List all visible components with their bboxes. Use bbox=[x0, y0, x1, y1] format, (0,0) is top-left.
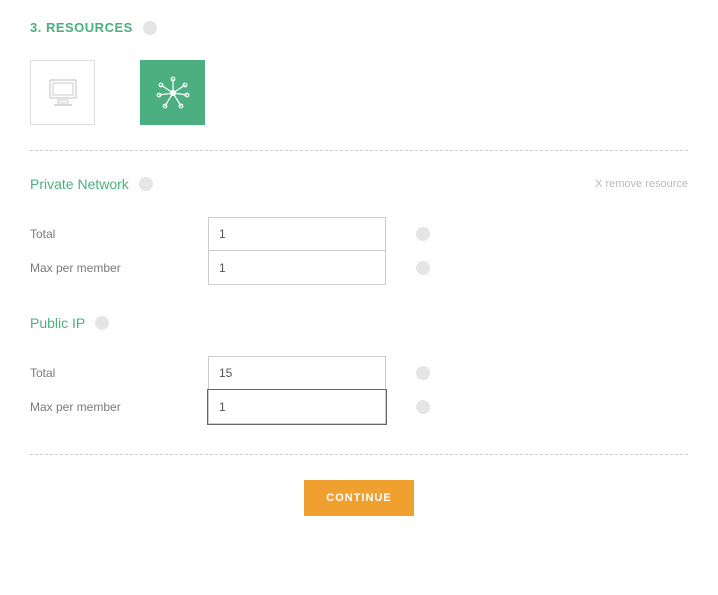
help-icon[interactable] bbox=[416, 366, 430, 380]
total-label: Total bbox=[30, 227, 208, 241]
resource-computer[interactable] bbox=[30, 60, 95, 125]
max-label: Max per member bbox=[30, 400, 208, 414]
max-label: Max per member bbox=[30, 261, 208, 275]
help-icon[interactable] bbox=[416, 400, 430, 414]
remove-resource-link[interactable]: X remove resource bbox=[595, 178, 688, 190]
public-ip-title: Public IP bbox=[30, 315, 109, 331]
computer-icon bbox=[46, 78, 80, 108]
private-network-max-input[interactable] bbox=[208, 251, 386, 285]
public-ip-max-input[interactable] bbox=[208, 390, 386, 424]
help-icon[interactable] bbox=[95, 316, 109, 330]
help-icon[interactable] bbox=[143, 21, 157, 35]
continue-button[interactable]: CONTINUE bbox=[304, 480, 413, 516]
help-icon[interactable] bbox=[416, 227, 430, 241]
resource-network[interactable] bbox=[140, 60, 205, 125]
section-title: 3. RESOURCES bbox=[30, 20, 688, 35]
help-icon[interactable] bbox=[139, 177, 153, 191]
resource-selector bbox=[30, 60, 688, 125]
section-title-text: 3. RESOURCES bbox=[30, 20, 133, 35]
help-icon[interactable] bbox=[416, 261, 430, 275]
private-network-title: Private Network bbox=[30, 176, 153, 192]
public-ip-total-input[interactable] bbox=[208, 356, 386, 390]
private-network-total-input[interactable] bbox=[208, 217, 386, 251]
public-ip-group: Public IP Total Max per member bbox=[30, 315, 688, 424]
private-network-group: Private Network X remove resource Total … bbox=[30, 176, 688, 285]
private-network-title-text: Private Network bbox=[30, 176, 129, 192]
public-ip-title-text: Public IP bbox=[30, 315, 85, 331]
total-label: Total bbox=[30, 366, 208, 380]
divider bbox=[30, 150, 688, 151]
divider bbox=[30, 454, 688, 455]
network-icon bbox=[153, 73, 193, 113]
